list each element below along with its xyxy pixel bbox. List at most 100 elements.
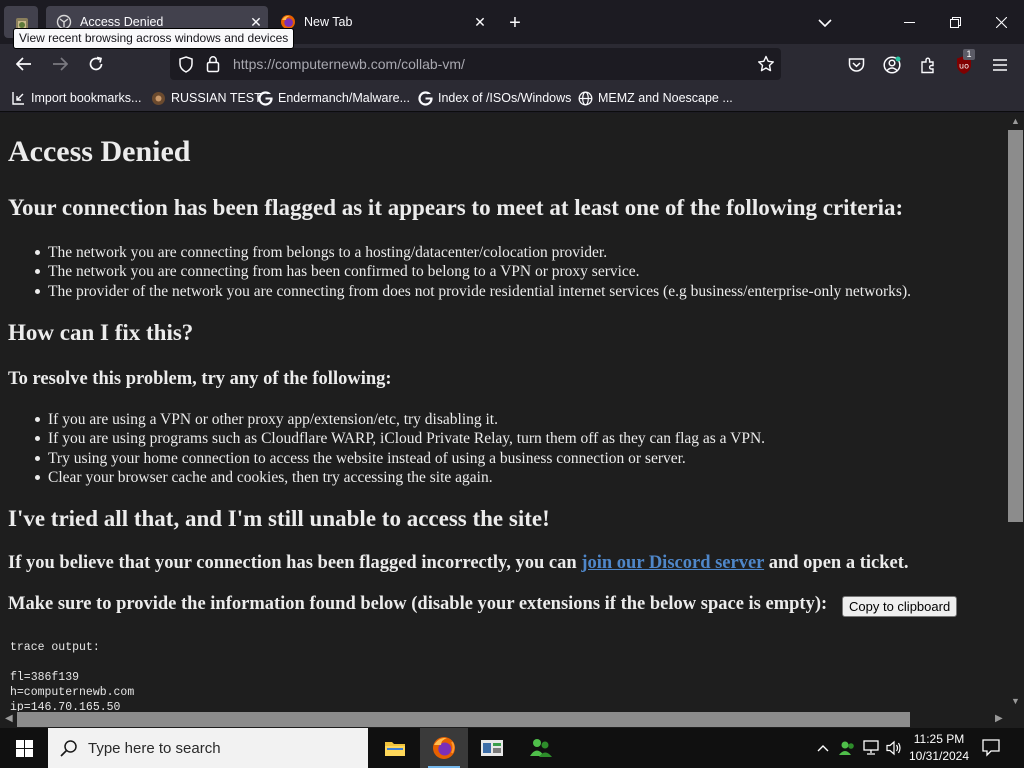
scroll-up-arrow-icon[interactable]: ▲	[1011, 116, 1020, 126]
bookmark-endermanch[interactable]: Endermanch/Malware...	[257, 90, 410, 106]
trace-line: fl=386f139	[10, 671, 80, 684]
taskbar-network-app[interactable]	[468, 728, 516, 768]
google-icon	[417, 90, 433, 106]
account-button[interactable]	[881, 54, 903, 76]
tray-people-icon	[839, 741, 854, 755]
horizontal-scrollbar[interactable]: ◀ ▶	[0, 711, 1024, 728]
russian-test-icon	[150, 90, 166, 106]
discord-link[interactable]: join our Discord server	[581, 553, 764, 573]
taskbar-firefox[interactable]	[420, 728, 468, 768]
extensions-button[interactable]	[917, 54, 939, 76]
url-text[interactable]: https://computernewb.com/collab-vm/	[233, 56, 465, 72]
windows-logo-icon	[15, 739, 33, 757]
arrow-right-icon	[53, 57, 68, 71]
bookmark-index-isos[interactable]: Index of /ISOs/Windows	[417, 90, 571, 106]
page-title: Access Denied	[8, 135, 191, 168]
minimize-button[interactable]	[886, 8, 932, 36]
bookmark-label: Index of /ISOs/Windows	[438, 91, 572, 105]
list-item: If you are using programs such as Cloudf…	[34, 430, 766, 448]
horizontal-scrollbar-thumb[interactable]	[17, 712, 910, 727]
vertical-scrollbar[interactable]: ▲ ▼	[1007, 113, 1024, 711]
tooltip: View recent browsing across windows and …	[13, 28, 295, 49]
pocket-icon	[848, 58, 864, 72]
lock-icon[interactable]	[206, 55, 220, 73]
bookmark-label: Endermanch/Malware...	[278, 91, 411, 105]
trace-header: trace output:	[10, 641, 100, 654]
navigation-toolbar: https://computernewb.com/collab-vm/ uo 1	[0, 44, 1024, 84]
volume-button[interactable]	[884, 738, 904, 758]
url-bar[interactable]: https://computernewb.com/collab-vm/	[170, 48, 781, 80]
page-content: Access Denied Your connection has been f…	[0, 113, 1007, 711]
copy-to-clipboard-button[interactable]: Copy to clipboard	[842, 596, 958, 617]
network-icon	[863, 740, 879, 755]
list-item: The network you are connecting from has …	[35, 262, 911, 281]
close-icon	[995, 16, 1007, 28]
list-item: Try using your home connection to access…	[34, 449, 765, 468]
trace-output[interactable]: trace output: fl=386f139 h=computernewb.co…	[10, 640, 134, 711]
scroll-down-arrow-icon[interactable]: ▼	[1011, 696, 1020, 706]
ticket-suffix: and open a ticket.	[764, 553, 909, 573]
restore-button[interactable]	[932, 8, 978, 36]
start-button[interactable]	[0, 728, 48, 768]
back-button[interactable]	[10, 50, 38, 78]
still-unable-heading: I've tried all that, and I'm still unabl…	[8, 506, 550, 531]
scroll-left-arrow-icon[interactable]: ◀	[5, 713, 13, 724]
import-icon	[10, 90, 26, 106]
taskbar-people-app[interactable]	[517, 728, 565, 768]
resolve-heading: To resolve this problem, try any of the …	[8, 369, 392, 389]
bookmark-russian-test[interactable]: RUSSIAN TEST	[150, 90, 262, 106]
taskbar-clock[interactable]: 11:25 PM 10/31/2024	[904, 731, 974, 765]
volume-icon	[886, 740, 901, 756]
ticket-paragraph: If you believe that your connection has …	[8, 553, 909, 574]
list-item: Clear your browser cache and cookies, th…	[34, 468, 765, 487]
taskbar-search-box[interactable]: Type here to search	[48, 728, 368, 768]
network-status-button[interactable]	[861, 738, 881, 758]
bookmark-star-icon[interactable]	[757, 55, 775, 73]
provide-info-text: Make sure to provide the information fou…	[8, 594, 828, 614]
clock-time: 11:25 PM	[913, 732, 965, 746]
tab-new-tab[interactable]: New Tab ✕	[270, 6, 492, 38]
list-item: If you are using a VPN or other proxy ap…	[34, 410, 765, 429]
bookmark-memz[interactable]: MEMZ and Noescape ...	[577, 90, 733, 106]
flag-heading: Your connection has been flagged as it a…	[8, 195, 904, 220]
trace-line: h=computernewb.com	[10, 686, 135, 699]
action-center-button[interactable]	[980, 736, 1004, 760]
search-icon	[60, 740, 77, 757]
ticket-prefix: If you believe that your connection has …	[8, 553, 582, 573]
globe-icon	[577, 90, 593, 106]
folder-icon	[385, 742, 405, 756]
reload-button[interactable]	[82, 50, 110, 78]
bookmark-label: MEMZ and Noescape ...	[598, 91, 733, 105]
account-icon	[883, 56, 901, 74]
app-menu-button[interactable]	[989, 54, 1011, 76]
new-tab-button[interactable]: +	[502, 10, 528, 36]
list-all-tabs-button[interactable]	[812, 12, 838, 34]
close-tab-icon[interactable]: ✕	[468, 10, 492, 34]
firefox-icon	[433, 737, 455, 759]
extension-badge: 1	[963, 49, 975, 60]
puzzle-piece-icon	[920, 57, 934, 73]
reload-icon	[89, 56, 103, 71]
fixes-list: If you are using a VPN or other proxy ap…	[34, 410, 766, 487]
close-window-button[interactable]	[978, 8, 1024, 36]
minimize-icon	[903, 21, 915, 23]
scroll-right-arrow-icon[interactable]: ▶	[995, 713, 1003, 724]
arrow-left-icon	[16, 57, 31, 71]
bookmark-label: RUSSIAN TEST	[171, 91, 262, 105]
forward-button[interactable]	[46, 50, 74, 78]
tray-people-button[interactable]	[837, 738, 857, 758]
pocket-button[interactable]	[845, 54, 867, 76]
bookmark-label: Import bookmarks...	[31, 91, 142, 105]
tracking-protection-shield-icon[interactable]	[178, 56, 194, 73]
vertical-scrollbar-thumb[interactable]	[1008, 130, 1023, 522]
chevron-up-icon	[817, 745, 829, 752]
bookmarks-toolbar: Import bookmarks... RUSSIAN TEST Enderma…	[0, 84, 1024, 112]
hamburger-menu-icon	[993, 59, 1007, 71]
network-app-icon	[481, 740, 503, 756]
clock-date: 10/31/2024	[908, 749, 970, 763]
ublock-origin-button[interactable]: uo 1	[953, 49, 975, 76]
taskbar-file-explorer[interactable]	[371, 728, 419, 768]
bookmark-import[interactable]: Import bookmarks...	[10, 90, 141, 106]
show-hidden-icons-button[interactable]	[813, 738, 833, 758]
tab-title: New Tab	[304, 15, 353, 29]
